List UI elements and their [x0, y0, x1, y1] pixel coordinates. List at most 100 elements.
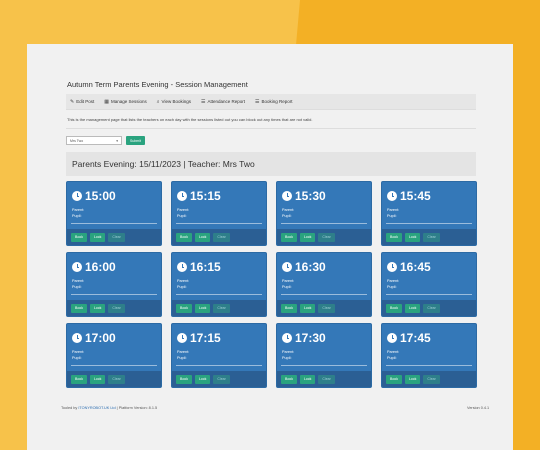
book-button[interactable]: Book: [386, 232, 402, 242]
footer-credit: Tooled by ITONYROBOT.UK Ltd | Platform V…: [61, 406, 157, 410]
search-icon: ⌕: [156, 98, 160, 105]
lock-button[interactable]: Lock: [299, 232, 316, 242]
toolbar-label: Booking Report: [261, 99, 293, 104]
lock-button[interactable]: Lock: [89, 303, 106, 313]
lock-button[interactable]: Lock: [89, 232, 106, 242]
teacher-select[interactable]: Mrs Two ▾: [66, 136, 122, 145]
session-actions: Book Lock Clear: [277, 229, 371, 245]
clock-icon: [387, 262, 397, 272]
book-button[interactable]: Book: [71, 303, 87, 313]
clock-icon: [387, 191, 397, 201]
session-actions: Book Lock Clear: [382, 371, 476, 387]
session-info: Parent: Pupil:: [72, 207, 84, 219]
session-time: 16:00: [72, 260, 116, 274]
toolbar-label: Edit Post: [76, 99, 95, 104]
pupil-label: Pupil:: [72, 356, 82, 360]
pupil-label: Pupil:: [177, 285, 187, 289]
session-info: Parent: Pupil:: [177, 278, 189, 290]
lock-button[interactable]: Lock: [89, 374, 106, 384]
session-card: 15:30 Parent: Pupil: Book Lock Clear: [276, 181, 372, 246]
session-card: 17:45 Parent: Pupil: Book Lock Clear: [381, 323, 477, 388]
lock-button[interactable]: Lock: [299, 374, 316, 384]
clear-button[interactable]: Clear: [108, 232, 125, 242]
list-icon: ☰: [200, 98, 206, 105]
session-time: 17:45: [387, 331, 431, 345]
book-button[interactable]: Book: [386, 303, 402, 313]
clear-button[interactable]: Clear: [423, 303, 440, 313]
clock-icon: [177, 262, 187, 272]
session-time-text: 16:45: [400, 260, 431, 274]
toolbar-label: Manage Sessions: [110, 99, 147, 104]
session-time-text: 16:00: [85, 260, 116, 274]
lock-button[interactable]: Lock: [404, 374, 421, 384]
pupil-label: Pupil:: [282, 356, 292, 360]
session-card: 17:00 Parent: Pupil: Book Lock Clear: [66, 323, 162, 388]
book-button[interactable]: Book: [71, 374, 87, 384]
lock-button[interactable]: Lock: [194, 374, 211, 384]
divider: [281, 223, 367, 224]
clock-icon: [282, 262, 292, 272]
footer-link[interactable]: ITONYROBOT.UK Ltd: [78, 406, 115, 410]
session-card: 15:45 Parent: Pupil: Book Lock Clear: [381, 181, 477, 246]
session-card: 17:30 Parent: Pupil: Book Lock Clear: [276, 323, 372, 388]
lock-button[interactable]: Lock: [194, 232, 211, 242]
lock-button[interactable]: Lock: [404, 303, 421, 313]
session-grid: 15:00 Parent: Pupil: Book Lock Clear 15:…: [66, 181, 477, 389]
session-card: 17:15 Parent: Pupil: Book Lock Clear: [171, 323, 267, 388]
session-time: 17:15: [177, 331, 221, 345]
book-button[interactable]: Book: [176, 232, 192, 242]
divider: [281, 294, 367, 295]
clear-button[interactable]: Clear: [423, 232, 440, 242]
pupil-label: Pupil:: [387, 285, 397, 289]
book-button[interactable]: Book: [281, 303, 297, 313]
lock-button[interactable]: Lock: [194, 303, 211, 313]
clear-button[interactable]: Clear: [213, 232, 230, 242]
attendance-report-button[interactable]: ☰ Attendance Report: [201, 99, 245, 105]
session-time-text: 15:15: [190, 189, 221, 203]
clear-button[interactable]: Clear: [318, 232, 335, 242]
session-time: 15:45: [387, 189, 431, 203]
clear-button[interactable]: Clear: [108, 374, 125, 384]
book-button[interactable]: Book: [281, 374, 297, 384]
session-time: 16:45: [387, 260, 431, 274]
submit-button[interactable]: Submit: [126, 136, 145, 145]
lock-button[interactable]: Lock: [404, 232, 421, 242]
session-time: 17:00: [72, 331, 116, 345]
clear-button[interactable]: Clear: [423, 374, 440, 384]
clear-button[interactable]: Clear: [213, 374, 230, 384]
session-actions: Book Lock Clear: [172, 371, 266, 387]
toolbar: ✎ Edit Post ▦ Manage Sessions ⌕ View Boo…: [66, 94, 476, 110]
session-info: Parent: Pupil:: [282, 349, 294, 361]
session-time-text: 16:15: [190, 260, 221, 274]
view-bookings-button[interactable]: ⌕ View Bookings: [157, 99, 191, 105]
footer-version: Version 0.4.1: [467, 406, 490, 410]
book-button[interactable]: Book: [176, 374, 192, 384]
divider: [281, 365, 367, 366]
panel-heading: Parents Evening: 15/11/2023 | Teacher: M…: [66, 152, 476, 176]
clear-button[interactable]: Clear: [108, 303, 125, 313]
clock-icon: [177, 191, 187, 201]
book-button[interactable]: Book: [71, 232, 87, 242]
clock-icon: [177, 333, 187, 343]
book-button[interactable]: Book: [386, 374, 402, 384]
clear-button[interactable]: Clear: [318, 374, 335, 384]
clear-button[interactable]: Clear: [318, 303, 335, 313]
clock-icon: [72, 262, 82, 272]
book-button[interactable]: Book: [176, 303, 192, 313]
booking-report-button[interactable]: ☰ Booking Report: [255, 99, 293, 105]
clear-button[interactable]: Clear: [213, 303, 230, 313]
divider: [386, 365, 472, 366]
clock-icon: [282, 191, 292, 201]
session-info: Parent: Pupil:: [177, 207, 189, 219]
session-time-text: 17:00: [85, 331, 116, 345]
pupil-label: Pupil:: [387, 214, 397, 218]
lock-button[interactable]: Lock: [299, 303, 316, 313]
book-button[interactable]: Book: [281, 232, 297, 242]
session-time: 16:15: [177, 260, 221, 274]
session-actions: Book Lock Clear: [67, 300, 161, 316]
pupil-label: Pupil:: [387, 356, 397, 360]
manage-sessions-button[interactable]: ▦ Manage Sessions: [104, 99, 147, 105]
session-time: 15:15: [177, 189, 221, 203]
edit-post-button[interactable]: ✎ Edit Post: [70, 99, 94, 105]
list-icon: ☰: [255, 98, 260, 105]
